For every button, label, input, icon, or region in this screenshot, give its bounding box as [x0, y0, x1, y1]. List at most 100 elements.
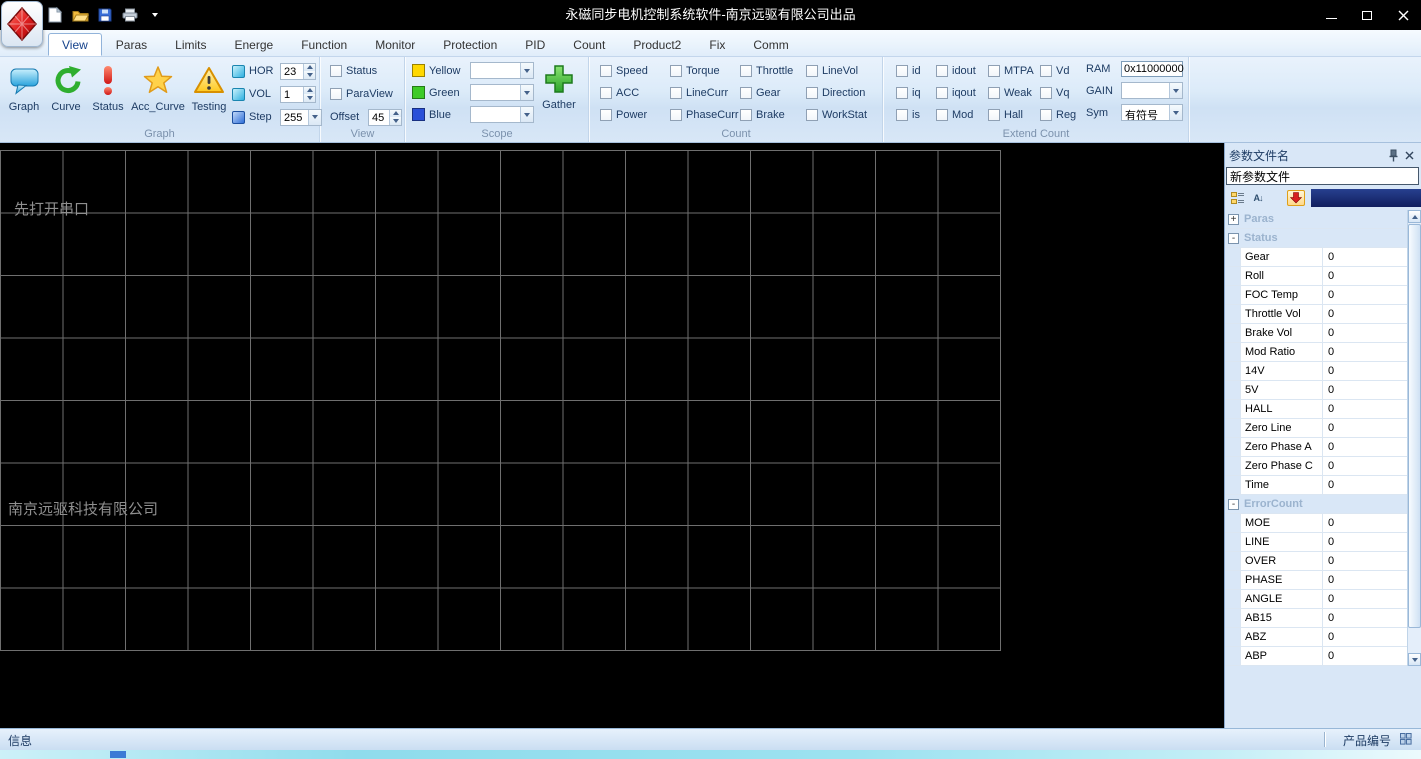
tab-comm[interactable]: Comm [739, 33, 802, 56]
property-value[interactable]: 0 [1323, 419, 1408, 437]
gather-button[interactable]: Gather [535, 60, 583, 124]
curve-button[interactable]: Curve [45, 59, 87, 125]
checkbox-mod[interactable]: Mod [936, 106, 988, 124]
tab-protection[interactable]: Protection [429, 33, 511, 56]
pgrid-row-abp[interactable]: ABP 0 [1225, 647, 1408, 666]
hor-value[interactable]: 23 [281, 64, 303, 79]
property-value[interactable]: 0 [1323, 476, 1408, 494]
checkbox-torque[interactable]: Torque [670, 62, 740, 80]
gain-dropdown[interactable] [1121, 82, 1183, 99]
sort-alphabetical-button[interactable]: A↓ [1249, 190, 1267, 206]
tab-monitor[interactable]: Monitor [361, 33, 429, 56]
tab-function[interactable]: Function [287, 33, 361, 56]
sym-dropdown[interactable]: 有符号 [1121, 104, 1183, 121]
checkbox-status-view[interactable]: Status [330, 62, 402, 80]
step-dropdown[interactable]: 255 [280, 108, 322, 126]
checkbox-workstat[interactable]: WorkStat [806, 106, 882, 124]
pgrid-category-status[interactable]: - Status [1225, 229, 1408, 248]
property-value[interactable]: 0 [1323, 609, 1408, 627]
pgrid-row-throttle-vol[interactable]: Throttle Vol 0 [1225, 305, 1408, 324]
property-value[interactable]: 0 [1323, 590, 1408, 608]
hor-spin-buttons[interactable] [303, 63, 315, 79]
pgrid-row-zero-phase-a[interactable]: Zero Phase A0 [1225, 438, 1408, 457]
pgrid-category-errorcount[interactable]: - ErrorCount [1225, 495, 1408, 514]
checkbox-power[interactable]: Power [600, 106, 670, 124]
checkbox-vd[interactable]: Vd [1040, 62, 1084, 80]
green-channel-dropdown[interactable] [470, 84, 534, 101]
property-value[interactable]: 0 [1323, 343, 1408, 361]
pin-button[interactable] [1385, 147, 1401, 163]
property-value[interactable]: 0 [1323, 324, 1408, 342]
graph-button[interactable]: Graph [3, 59, 45, 125]
pgrid-category-paras[interactable]: + Paras [1225, 210, 1408, 229]
pgrid-row-brake-vol[interactable]: Brake Vol 0 [1225, 324, 1408, 343]
property-value[interactable]: 0 [1323, 248, 1408, 266]
pgrid-row-time[interactable]: Time 0 [1225, 476, 1408, 495]
minimize-button[interactable] [1313, 0, 1349, 30]
status-button[interactable]: Status [87, 59, 129, 125]
vol-value[interactable]: 1 [281, 87, 303, 102]
dropdown-arrow-icon[interactable] [520, 85, 533, 100]
blue-channel-dropdown[interactable] [470, 106, 534, 123]
pgrid-row-mod-ratio[interactable]: Mod Ratio 0 [1225, 343, 1408, 362]
scroll-down-button[interactable] [1408, 653, 1421, 666]
checkbox-iq[interactable]: iq [896, 84, 936, 102]
checkbox-is[interactable]: is [896, 106, 936, 124]
checkbox-id[interactable]: id [896, 62, 936, 80]
property-value[interactable]: 0 [1323, 457, 1408, 475]
acc-curve-button[interactable]: Acc_Curve [129, 59, 187, 125]
checkbox-speed[interactable]: Speed [600, 62, 670, 80]
pgrid-row-moe[interactable]: MOE 0 [1225, 514, 1408, 533]
app-logo-button[interactable] [1, 1, 43, 47]
scroll-up-button[interactable] [1408, 210, 1421, 223]
maximize-button[interactable] [1349, 0, 1385, 30]
pgrid-row-ab15[interactable]: AB15 0 [1225, 609, 1408, 628]
property-value[interactable]: 0 [1323, 381, 1408, 399]
offset-value[interactable]: 45 [369, 110, 389, 125]
checkbox-iqout[interactable]: iqout [936, 84, 988, 102]
pgrid-row-zero-line[interactable]: Zero Line 0 [1225, 419, 1408, 438]
tab-paras[interactable]: Paras [102, 33, 161, 56]
tab-limits[interactable]: Limits [161, 33, 220, 56]
checkbox-vq[interactable]: Vq [1040, 84, 1084, 102]
close-button[interactable] [1385, 0, 1421, 30]
vol-spin-buttons[interactable] [303, 86, 315, 102]
property-value[interactable]: 0 [1323, 438, 1408, 456]
tab-fix[interactable]: Fix [695, 33, 739, 56]
pgrid-row-gear[interactable]: Gear 0 [1225, 248, 1408, 267]
checkbox-reg[interactable]: Reg [1040, 106, 1084, 124]
scroll-thumb[interactable] [1408, 224, 1421, 628]
property-value[interactable]: 0 [1323, 552, 1408, 570]
dropdown-arrow-icon[interactable] [1169, 83, 1182, 98]
tab-product2[interactable]: Product2 [619, 33, 695, 56]
checkbox-linevol[interactable]: LineVol [806, 62, 882, 80]
checkbox-acc[interactable]: ACC [600, 84, 670, 102]
property-value[interactable]: 0 [1323, 571, 1408, 589]
property-value[interactable]: 0 [1323, 267, 1408, 285]
property-value[interactable]: 0 [1323, 628, 1408, 646]
offset-spin-buttons[interactable] [389, 109, 401, 125]
tab-count[interactable]: Count [559, 33, 619, 56]
checkbox-hall[interactable]: Hall [988, 106, 1040, 124]
dropdown-arrow-icon[interactable] [520, 107, 533, 122]
yellow-channel-dropdown[interactable] [470, 62, 534, 79]
pgrid-row-zero-phase-c[interactable]: Zero Phase C0 [1225, 457, 1408, 476]
panel-close-button[interactable] [1401, 147, 1417, 163]
expander-plus-icon[interactable]: + [1228, 213, 1239, 225]
checkbox-phasecurr[interactable]: PhaseCurr [670, 106, 740, 124]
property-value[interactable]: 0 [1323, 362, 1408, 380]
hor-spinner[interactable]: 23 [280, 62, 316, 80]
checkbox-direction[interactable]: Direction [806, 84, 882, 102]
categorized-view-button[interactable] [1229, 190, 1247, 206]
pgrid-row-phase[interactable]: PHASE 0 [1225, 571, 1408, 590]
pgrid-row-5v[interactable]: 5V 0 [1225, 381, 1408, 400]
dropdown-arrow-icon[interactable] [308, 109, 321, 125]
dropdown-arrow-icon[interactable] [520, 63, 533, 78]
checkbox-throttle[interactable]: Throttle [740, 62, 806, 80]
tab-energe[interactable]: Energe [221, 33, 288, 56]
pgrid-row-angle[interactable]: ANGLE 0 [1225, 590, 1408, 609]
filename-input[interactable] [1226, 167, 1419, 185]
product-grid-icon[interactable] [1400, 733, 1412, 745]
testing-button[interactable]: Testing [187, 59, 231, 125]
property-value[interactable]: 0 [1323, 514, 1408, 532]
